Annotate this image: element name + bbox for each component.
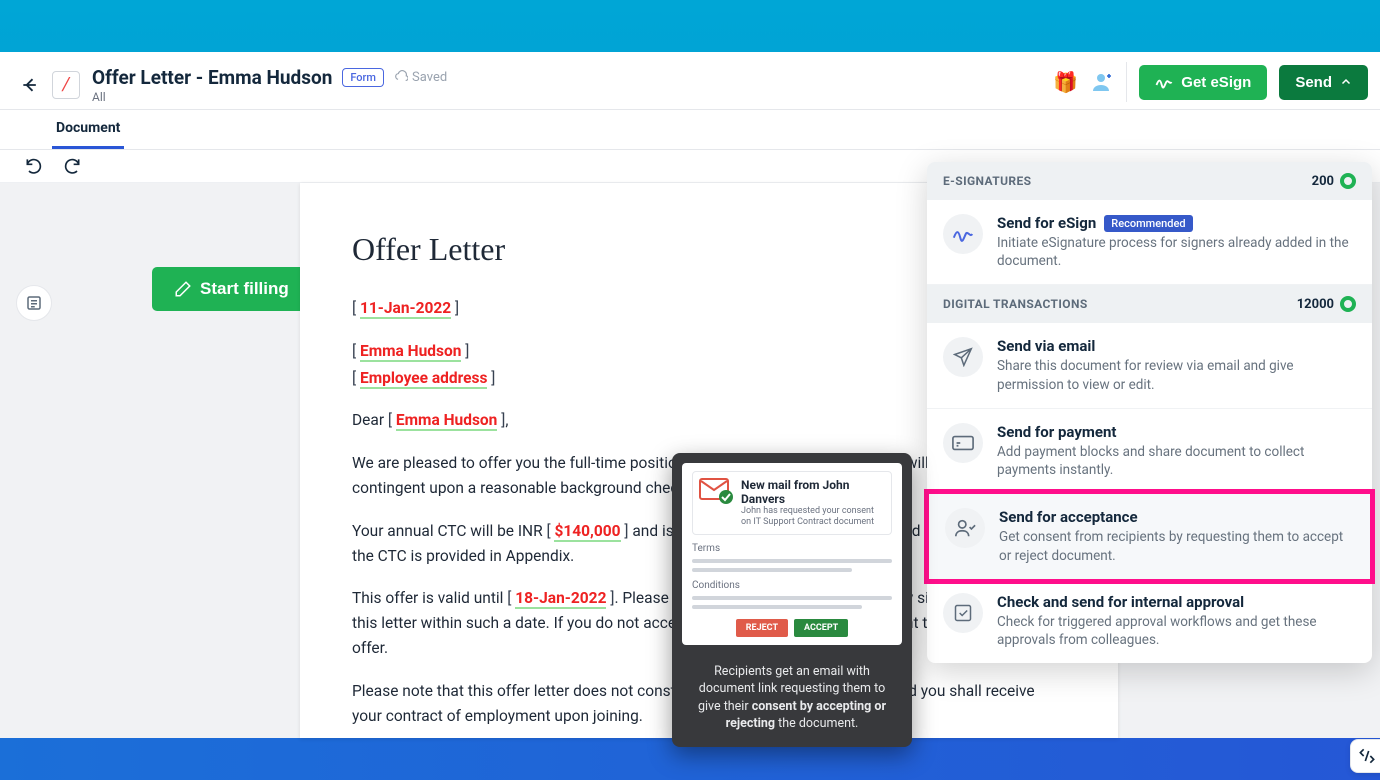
document-title: Offer Letter - Emma Hudson	[92, 66, 332, 89]
title-block: Offer Letter - Emma Hudson Form Saved Al…	[92, 66, 447, 104]
mail-subtitle: John has requested your consent on IT Su…	[741, 506, 885, 528]
send-dropdown: E-SIGNATURES 200 Send for eSignRecommend…	[927, 162, 1372, 663]
esign-credits: 200	[1312, 173, 1356, 189]
ring-icon	[1340, 296, 1356, 312]
field-address[interactable]: Employee address	[360, 369, 487, 389]
add-user-icon[interactable]	[1090, 70, 1114, 94]
send-button[interactable]: Send	[1279, 65, 1368, 100]
back-button[interactable]	[16, 71, 44, 99]
app-logo: /	[52, 71, 80, 99]
item-send-for-payment[interactable]: Send for payment Add payment blocks and …	[927, 409, 1372, 494]
mail-title: New mail from John Danvers	[741, 478, 885, 506]
field-date[interactable]: 11-Jan-2022	[360, 299, 451, 319]
dt-credits: 12000	[1297, 296, 1356, 312]
field-dear-name[interactable]: Emma Hudson	[396, 411, 497, 431]
paper-plane-icon	[943, 337, 983, 377]
form-badge: Form	[342, 68, 384, 87]
item-send-for-esign[interactable]: Send for eSignRecommended Initiate eSign…	[927, 200, 1372, 285]
tab-document[interactable]: Document	[52, 110, 124, 149]
app-container: / Offer Letter - Emma Hudson Form Saved …	[0, 52, 1380, 728]
envelope-icon	[699, 478, 733, 504]
section-digital-transactions: DIGITAL TRANSACTIONS 12000	[927, 285, 1372, 323]
start-filling-button[interactable]: Start filling	[152, 267, 311, 311]
field-name[interactable]: Emma Hudson	[360, 342, 461, 362]
get-esign-button[interactable]: Get eSign	[1139, 65, 1267, 100]
item-internal-approval[interactable]: Check and send for internal approval Che…	[927, 579, 1372, 663]
recommended-badge: Recommended	[1104, 215, 1192, 232]
redo-button[interactable]	[62, 156, 82, 176]
acceptance-preview-tooltip: New mail from John Danvers John has requ…	[672, 453, 912, 747]
mini-reject-icon: REJECT	[736, 619, 788, 637]
side-handle[interactable]	[1350, 739, 1380, 773]
section-esignatures: E-SIGNATURES 200	[927, 162, 1372, 200]
field-ctc[interactable]: $140,000	[554, 522, 620, 542]
gift-icon[interactable]: 🎁	[1053, 70, 1078, 94]
mini-accept-icon: ACCEPT	[794, 619, 848, 637]
item-send-via-email[interactable]: Send via email Share this document for r…	[927, 323, 1372, 408]
item-send-for-acceptance[interactable]: Send for acceptance Get consent from rec…	[924, 489, 1375, 583]
header: / Offer Letter - Emma Hudson Form Saved …	[0, 52, 1380, 110]
card-icon	[943, 423, 983, 463]
field-validity[interactable]: 18-Jan-2022	[515, 589, 606, 609]
signature-icon	[943, 214, 983, 254]
preview-caption: Recipients get an email with document li…	[672, 655, 912, 747]
check-square-icon	[943, 593, 983, 633]
undo-button[interactable]	[24, 156, 44, 176]
ring-icon	[1340, 173, 1356, 189]
tabs: Document	[0, 110, 1380, 150]
top-gradient-band	[0, 0, 1380, 52]
breadcrumb[interactable]: All	[92, 90, 447, 104]
user-check-icon	[945, 508, 985, 548]
outline-toggle[interactable]	[16, 285, 52, 321]
saved-indicator: Saved	[394, 70, 447, 85]
